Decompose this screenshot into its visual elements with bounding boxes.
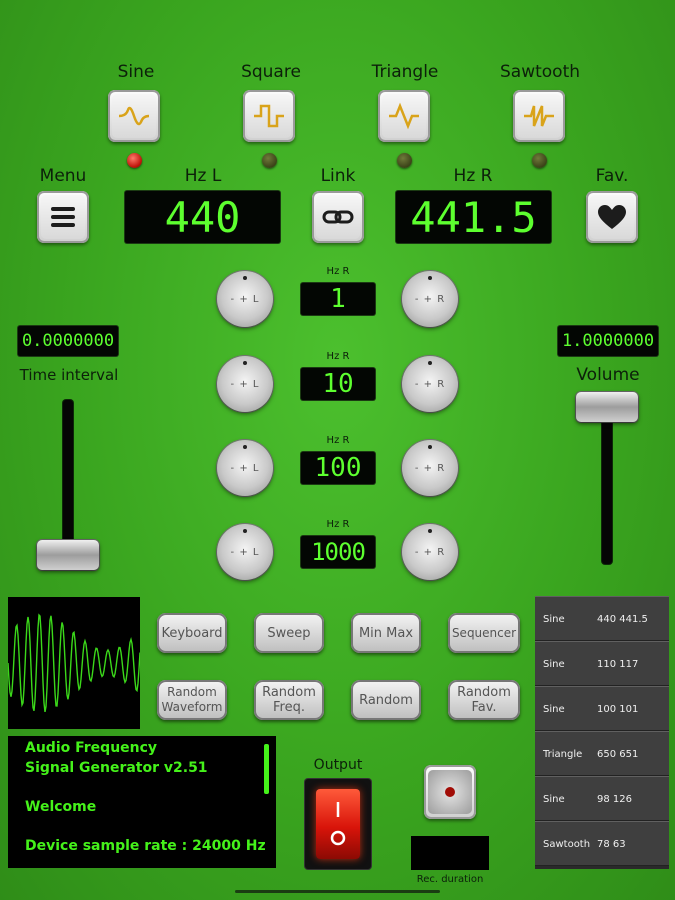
sine-led [127,153,142,168]
link-chain-icon [322,210,354,224]
time-interval-track[interactable] [63,400,73,562]
triangle-wave-icon [389,102,419,130]
triangle-button[interactable] [378,90,430,142]
time-interval-display: 0.0000000 [18,326,118,356]
app-title-line2: Signal Generator v2.51 [25,760,208,776]
favorite-item[interactable]: Sine 440 441.5 [535,596,669,641]
square-led [262,153,277,168]
volume-slider-thumb[interactable] [576,392,638,422]
keyboard-button[interactable]: Keyboard [157,613,227,653]
rec-duration-label: Rec. duration [416,874,484,885]
hamburger-menu-icon [51,207,75,227]
waveform-label-sine: Sine [117,62,155,82]
power-symbol-icon [330,802,346,846]
left-step-knob-1[interactable]: - + L [217,271,273,327]
link-label: Link [320,166,356,186]
hz-r-display[interactable]: 441.5 [396,191,551,243]
random-freq-button[interactable]: Random Freq. [254,680,324,720]
hz-l-display[interactable]: 440 [125,191,280,243]
left-step-knob-4[interactable]: - + L [217,524,273,580]
step-display-3: 100 [301,452,375,484]
sawtooth-wave-icon [524,105,554,127]
right-step-knob-4[interactable]: - + R [402,524,458,580]
square-button[interactable] [243,90,295,142]
step-display-4: 1000 [301,536,375,568]
step-label-1: Hz R [326,266,350,277]
output-label: Output [313,757,363,773]
left-step-knob-3[interactable]: - + L [217,440,273,496]
sweep-button[interactable]: Sweep [254,613,324,653]
home-indicator [235,890,440,893]
hz-r-label: Hz R [453,166,493,186]
rec-duration-display [411,836,489,870]
welcome-text: Welcome [25,799,97,815]
sawtooth-led [532,153,547,168]
output-switch[interactable] [305,779,371,869]
waveform-label-triangle: Triangle [371,62,439,82]
right-step-knob-3[interactable]: - + R [402,440,458,496]
favorite-item[interactable]: Sawtooth 78 63 [535,821,669,866]
sine-button[interactable] [108,90,160,142]
oscilloscope [7,597,141,729]
hz-l-label: Hz L [184,166,222,186]
triangle-led [397,153,412,168]
sawtooth-button[interactable] [513,90,565,142]
favorites-list[interactable]: Sine 440 441.5 Sine 110 117 Sine 100 101 Tr… [535,596,669,869]
menu-button[interactable] [37,191,89,243]
waveform-label-square: Square [241,62,301,82]
min-max-button[interactable]: Min Max [351,613,421,653]
menu-label: Menu [39,166,87,186]
square-wave-icon [254,104,284,128]
volume-display: 1.0000000 [558,326,658,356]
right-step-knob-2[interactable]: - + R [402,356,458,412]
output-toggle[interactable] [316,789,360,859]
volume-label: Volume [576,365,640,385]
sine-wave-icon [118,106,150,126]
record-button[interactable] [424,765,476,819]
sample-rate-text: Device sample rate : 24000 Hz [25,838,266,854]
volume-track[interactable] [602,402,612,564]
favorite-item[interactable]: Triangle 650 651 [535,731,669,776]
oscilloscope-trace [7,613,141,713]
app-title-line1: Audio Frequency [25,740,158,756]
time-interval-label: Time interval [19,366,119,384]
favorite-button[interactable] [586,191,638,243]
fav-label: Fav. [595,166,629,186]
info-terminal: Audio Frequency Signal Generator v2.51 W… [8,736,276,868]
time-interval-slider-thumb[interactable] [37,540,99,570]
step-display-2: 10 [301,368,375,400]
sequencer-button[interactable]: Sequencer [448,613,520,653]
random-fav-button[interactable]: Random Fav. [448,680,520,720]
favorite-item[interactable]: Sine 98 126 [535,776,669,821]
oscilloscope-waveform [7,613,141,713]
record-dot-icon [445,787,455,797]
favorite-item[interactable]: Sine 110 117 [535,641,669,686]
random-waveform-button[interactable]: Random Waveform [157,680,227,720]
step-label-3: Hz R [326,435,350,446]
step-label-4: Hz R [326,519,350,530]
favorite-item[interactable]: Sine 100 101 [535,686,669,731]
step-label-2: Hz R [326,351,350,362]
right-step-knob-1[interactable]: - + R [402,271,458,327]
heart-icon [598,205,626,229]
terminal-scrollbar[interactable] [264,744,269,794]
link-button[interactable] [312,191,364,243]
left-step-knob-2[interactable]: - + L [217,356,273,412]
random-button[interactable]: Random [351,680,421,720]
waveform-label-sawtooth: Sawtooth [499,62,581,82]
step-display-1: 1 [301,283,375,315]
